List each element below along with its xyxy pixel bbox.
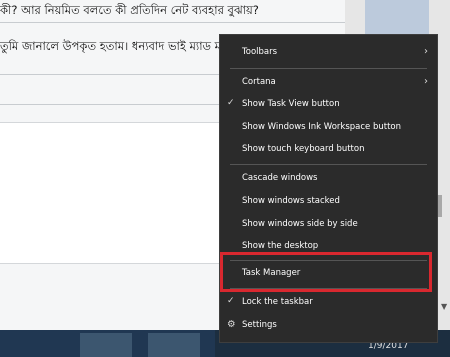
taskbar-app-button[interactable]: [80, 333, 132, 357]
menu-item-label: Lock the taskbar: [242, 297, 313, 307]
menu-item-label: Settings: [242, 320, 277, 330]
menu-item-settings[interactable]: ⚙ Settings: [220, 316, 437, 338]
menu-item-label: Show the desktop: [242, 241, 319, 251]
menu-separator: [230, 164, 427, 165]
menu-item-stacked[interactable]: Show windows stacked: [220, 192, 437, 214]
chevron-right-icon: ›: [424, 76, 428, 87]
menu-item-show-ink-workspace[interactable]: Show Windows Ink Workspace button: [220, 118, 437, 140]
menu-item-label: Show windows side by side: [242, 219, 358, 229]
menu-item-label: Cortana: [242, 77, 276, 87]
menu-item-lock-taskbar[interactable]: ✓ Lock the taskbar: [220, 293, 437, 315]
gear-icon: ⚙: [227, 319, 236, 330]
menu-item-label: Show Windows Ink Workspace button: [242, 122, 401, 132]
menu-item-label: Toolbars: [242, 47, 278, 57]
menu-item-show-touch-keyboard[interactable]: Show touch keyboard button: [220, 140, 437, 162]
menu-item-cascade[interactable]: Cascade windows: [220, 169, 437, 191]
divider: [0, 22, 345, 23]
menu-item-label: Show touch keyboard button: [242, 144, 365, 154]
menu-item-cortana[interactable]: Cortana ›: [220, 73, 437, 95]
menu-item-label: Show Task View button: [242, 99, 340, 109]
chevron-right-icon: ›: [424, 46, 428, 57]
menu-item-show-task-view[interactable]: ✓ Show Task View button: [220, 95, 437, 117]
menu-item-toolbars[interactable]: Toolbars ›: [220, 43, 437, 65]
menu-item-side-by-side[interactable]: Show windows side by side: [220, 215, 437, 237]
question-text: কী? আর নিয়মিত বলতে কী প্রতিদিন নেট ব্যব…: [0, 3, 259, 17]
check-icon: ✓: [227, 98, 235, 108]
taskbar-app-button[interactable]: [148, 333, 200, 357]
taskbar-context-menu: Toolbars › Cortana › ✓ Show Task View bu…: [219, 34, 438, 343]
menu-separator: [230, 68, 427, 69]
reply-text: তুমি জানালে উপকৃত হতাম। ধন্যবাদ ভাই ম্যা…: [0, 39, 222, 53]
menu-item-label: Cascade windows: [242, 173, 318, 183]
task-manager-highlight-box: [220, 252, 432, 292]
menu-item-label: Show windows stacked: [242, 196, 340, 206]
check-icon: ✓: [227, 296, 235, 306]
scroll-down-arrow[interactable]: ▼: [441, 302, 447, 311]
